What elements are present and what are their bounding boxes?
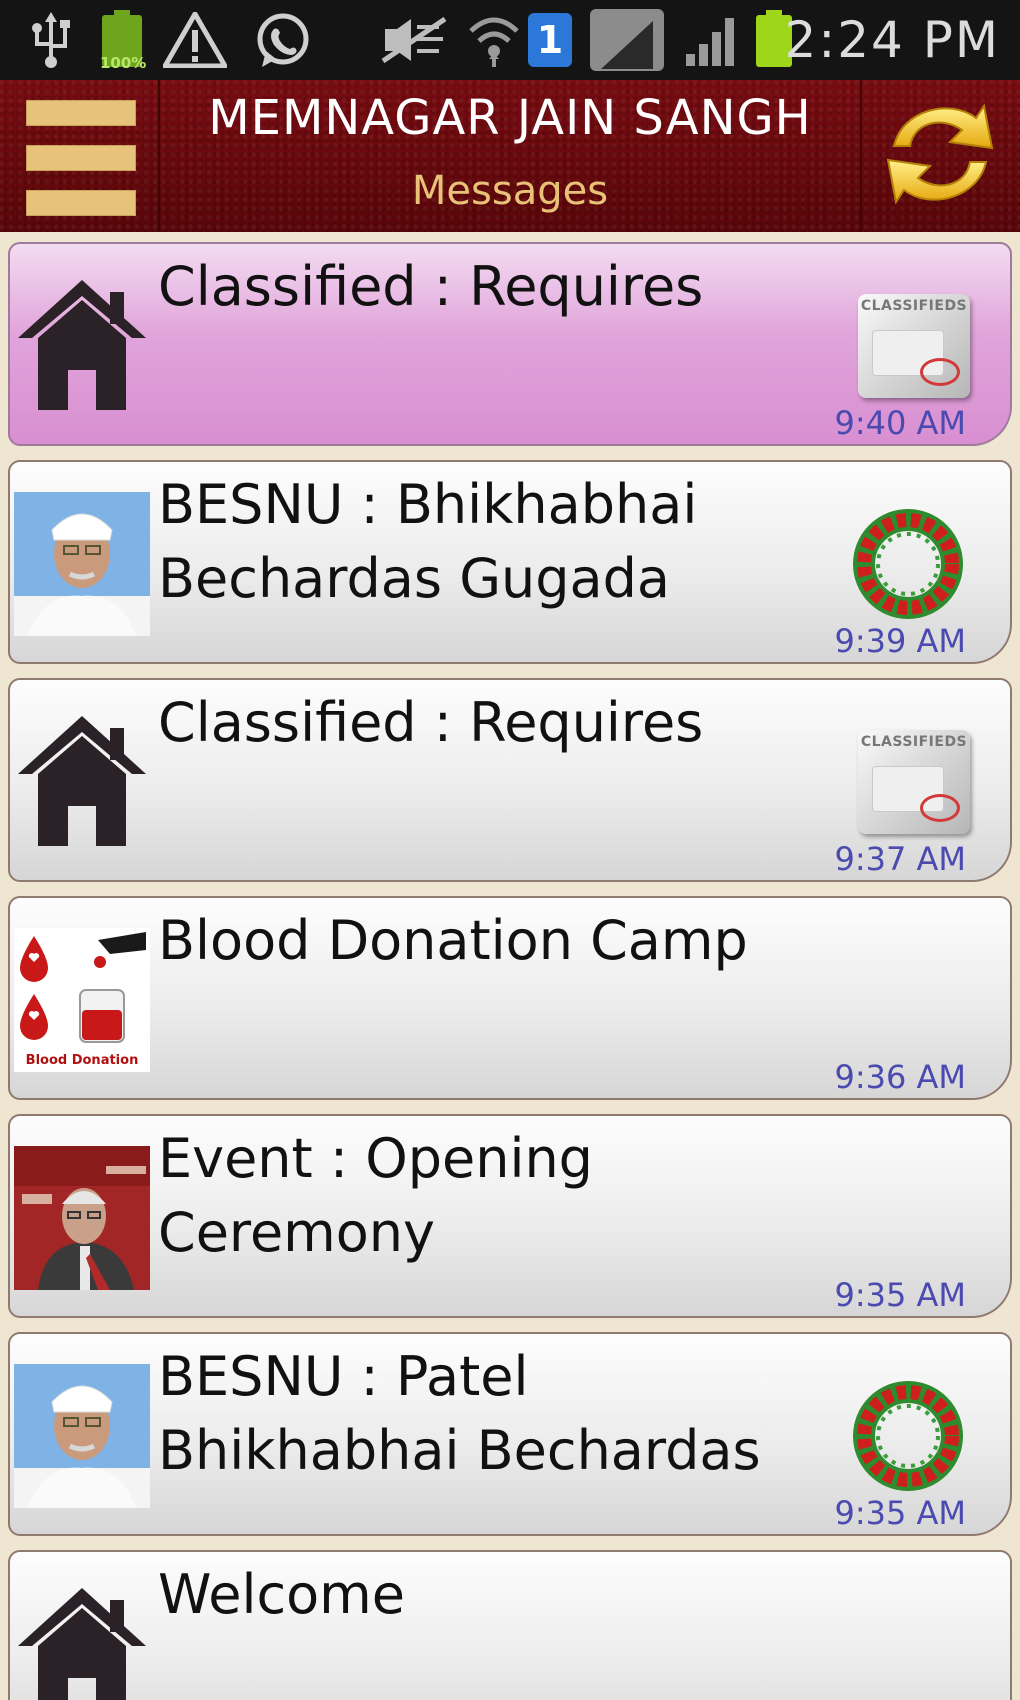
message-time: 9:37 AM <box>834 840 966 878</box>
event-photo <box>14 1146 150 1290</box>
message-title: Welcome <box>158 1563 406 1626</box>
signal-icon <box>588 9 666 71</box>
mute-icon <box>380 10 450 70</box>
refresh-icon <box>886 103 994 205</box>
classifieds-icon: CLASSIFIEDS <box>848 286 970 406</box>
notification-badge-icon: 1 <box>526 10 574 70</box>
message-card[interactable]: Welcome <box>8 1550 1012 1700</box>
classifieds-label: CLASSIFIEDS <box>860 734 968 750</box>
message-title: BESNU : Patel Bhikhabhai Bechardas <box>158 1345 761 1482</box>
wifi-icon <box>466 10 522 70</box>
battery-percent: 100% <box>100 54 147 72</box>
wreath-icon <box>848 504 970 624</box>
message-time: 9:35 AM <box>834 1276 966 1314</box>
blood-donation-caption: Blood Donation <box>25 1053 139 1068</box>
blood-donation-image: Blood Donation <box>14 928 150 1072</box>
message-card[interactable]: Event : Opening Ceremony 9:35 AM <box>8 1114 1012 1318</box>
message-card[interactable]: BESNU : Bhikhabhai Bechardas Gugada 9:39… <box>8 460 1012 664</box>
message-title: Event : Opening Ceremony <box>158 1127 593 1264</box>
header-divider <box>860 80 862 232</box>
menu-icon <box>26 100 136 126</box>
message-title: BESNU : Bhikhabhai Bechardas Gugada <box>158 473 698 610</box>
message-card[interactable]: Blood Donation Blood Donation Camp 9:36 … <box>8 896 1012 1100</box>
menu-icon-bar <box>26 145 136 171</box>
app-title: MEMNAGAR JAIN SANGH <box>208 90 812 146</box>
whatsapp-icon <box>252 10 314 70</box>
battery-icon: 100% <box>96 10 148 72</box>
message-title: Blood Donation Camp <box>158 909 748 972</box>
app-header: MEMNAGAR JAIN SANGH Messages <box>0 80 1020 232</box>
message-time: 9:36 AM <box>834 1058 966 1096</box>
usb-icon <box>26 10 76 70</box>
message-title: Classified : Requires <box>158 255 704 318</box>
message-list[interactable]: Classified : Requires CLASSIFIEDS 9:40 A… <box>0 232 1020 1700</box>
classifieds-icon: CLASSIFIEDS <box>848 722 970 842</box>
house-icon <box>14 274 150 418</box>
classifieds-ring <box>920 358 960 386</box>
person-photo <box>14 1364 150 1508</box>
house-icon <box>14 1582 150 1700</box>
message-card[interactable]: Classified : Requires CLASSIFIEDS 9:37 A… <box>8 678 1012 882</box>
classifieds-label: CLASSIFIEDS <box>860 298 968 314</box>
classifieds-box: CLASSIFIEDS <box>858 730 970 834</box>
clock: 2:24 PM <box>784 11 1000 69</box>
house-icon <box>14 710 150 854</box>
classifieds-ring <box>920 794 960 822</box>
message-card[interactable]: Classified : Requires CLASSIFIEDS 9:40 A… <box>8 242 1012 446</box>
signal-icon <box>680 10 744 70</box>
message-card[interactable]: BESNU : Patel Bhikhabhai Bechardas 9:35 … <box>8 1332 1012 1536</box>
classifieds-box: CLASSIFIEDS <box>858 294 970 398</box>
message-time: 9:39 AM <box>834 622 966 660</box>
menu-icon-bar <box>26 190 136 216</box>
message-title: Classified : Requires <box>158 691 704 754</box>
refresh-button[interactable] <box>880 88 1000 220</box>
status-bar: 100% 1 2:24 PM <box>0 0 1020 80</box>
warning-icon <box>160 10 230 70</box>
wreath-icon <box>848 1376 970 1496</box>
message-time: 9:40 AM <box>834 404 966 442</box>
menu-button[interactable] <box>26 100 136 216</box>
message-time: 9:35 AM <box>834 1494 966 1532</box>
person-photo <box>14 492 150 636</box>
page-title: Messages <box>411 168 609 214</box>
